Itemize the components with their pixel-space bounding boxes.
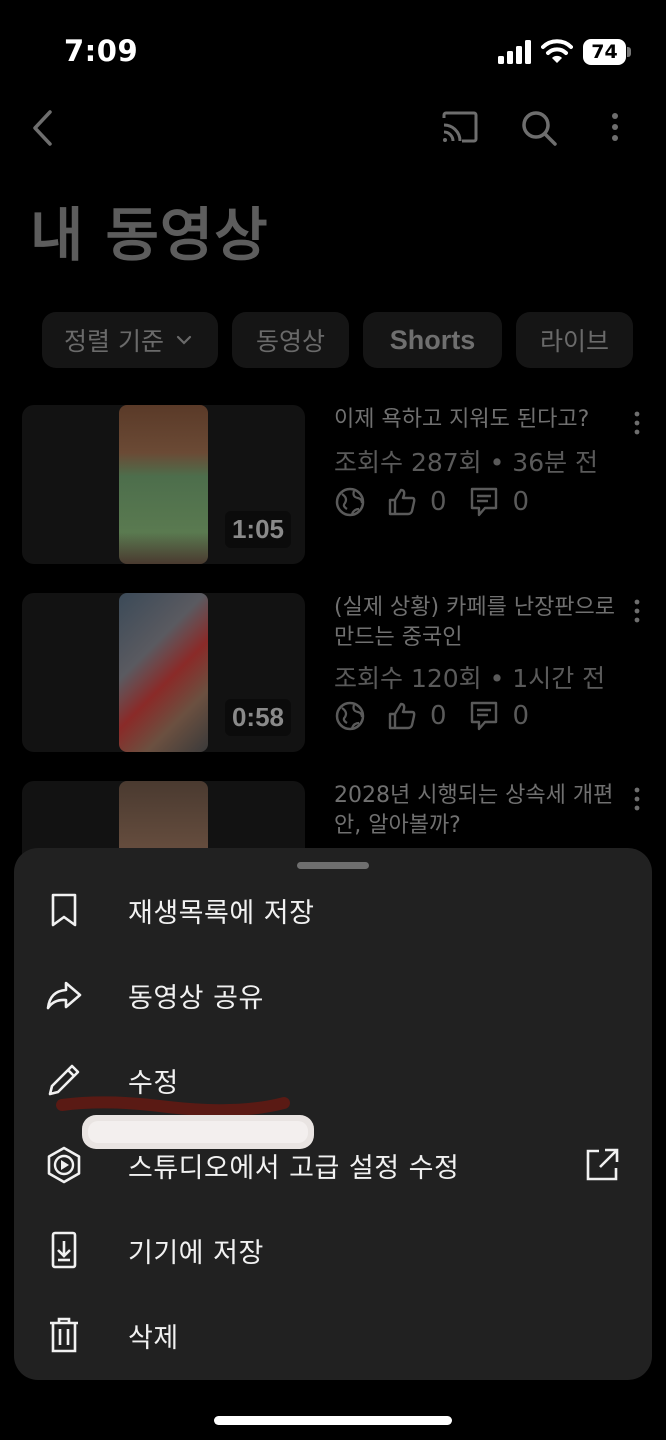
more-vert-icon[interactable] bbox=[608, 112, 622, 144]
video-row[interactable]: 0:58 (실제 상황) 카페를 난장판으로 만드는 중국인 조회수 120회 … bbox=[0, 593, 666, 753]
duration-badge: 1:05 bbox=[224, 511, 291, 548]
drag-handle[interactable] bbox=[297, 862, 369, 869]
menu-item-share[interactable]: 동영상 공유 bbox=[14, 955, 652, 1035]
video-title[interactable]: 2028년 시행되는 상속세 개편안, 알아볼까? bbox=[334, 781, 616, 841]
menu-label: 기기에 저장 bbox=[128, 1237, 264, 1269]
menu-item-delete[interactable]: 삭제 bbox=[14, 1295, 652, 1375]
globe-icon bbox=[335, 487, 365, 517]
back-icon[interactable] bbox=[28, 108, 56, 148]
filter-chips: 정렬 기준 동영상 Shorts 라이브 bbox=[42, 312, 633, 368]
video-stats: 0 0 bbox=[334, 699, 529, 733]
video-more-icon[interactable] bbox=[630, 787, 644, 811]
chevron-down-icon bbox=[176, 335, 192, 345]
trash-icon bbox=[50, 1317, 78, 1353]
thumbs-up-icon bbox=[388, 702, 416, 730]
menu-label: 재생목록에 저장 bbox=[128, 897, 315, 929]
video-thumbnail[interactable]: 0:58 bbox=[22, 593, 305, 752]
video-stats: 0 0 bbox=[334, 485, 529, 519]
comment-icon bbox=[470, 487, 497, 517]
cellular-signal-icon bbox=[498, 40, 531, 64]
wifi-icon bbox=[541, 39, 573, 63]
battery-level: 74 bbox=[583, 39, 626, 65]
page-title: 내 동영상 bbox=[30, 201, 269, 269]
video-thumbnail[interactable]: 1:05 bbox=[22, 405, 305, 564]
globe-icon bbox=[335, 701, 365, 731]
chip-live[interactable]: 라이브 bbox=[516, 312, 633, 368]
video-title[interactable]: (실제 상황) 카페를 난장판으로 만드는 중국인 bbox=[334, 593, 616, 653]
download-device-icon bbox=[51, 1231, 77, 1269]
video-more-icon[interactable] bbox=[630, 599, 644, 623]
sort-label: 정렬 기준 bbox=[64, 327, 164, 356]
menu-item-save-to-playlist[interactable]: 재생목록에 저장 bbox=[14, 870, 652, 950]
duration-badge: 0:58 bbox=[224, 699, 291, 736]
menu-label: 삭제 bbox=[128, 1322, 179, 1354]
thumbnail-image bbox=[119, 593, 208, 752]
bookmark-icon bbox=[51, 893, 77, 927]
video-title[interactable]: 이제 욕하고 지워도 된다고? bbox=[334, 405, 616, 435]
chip-shorts[interactable]: Shorts bbox=[363, 312, 502, 368]
like-count: 0 bbox=[430, 701, 447, 731]
video-more-icon[interactable] bbox=[630, 411, 644, 435]
cast-icon[interactable] bbox=[440, 110, 480, 144]
menu-label: 동영상 공유 bbox=[128, 982, 264, 1014]
thumbs-up-icon bbox=[388, 488, 416, 516]
redaction-mark bbox=[56, 1096, 314, 1149]
comment-icon bbox=[470, 701, 497, 731]
thumbnail-image bbox=[119, 405, 208, 564]
like-count: 0 bbox=[430, 487, 447, 517]
chip-videos[interactable]: 동영상 bbox=[232, 312, 349, 368]
menu-item-save-to-device[interactable]: 기기에 저장 bbox=[14, 1210, 652, 1290]
open-external-icon[interactable] bbox=[582, 1145, 622, 1185]
video-meta: 조회수 287회 • 36분 전 bbox=[334, 448, 599, 477]
status-time: 7:09 bbox=[64, 34, 139, 68]
search-icon[interactable] bbox=[520, 108, 558, 148]
battery-icon: 74 bbox=[583, 39, 631, 65]
comment-count: 0 bbox=[512, 487, 530, 517]
sort-chip[interactable]: 정렬 기준 bbox=[42, 312, 218, 368]
comment-count: 0 bbox=[512, 701, 530, 731]
video-meta: 조회수 120회 • 1시간 전 bbox=[334, 664, 606, 693]
share-icon bbox=[46, 981, 82, 1010]
video-row[interactable]: 1:05 이제 욕하고 지워도 된다고? 조회수 287회 • 36분 전 0 … bbox=[0, 405, 666, 565]
status-bar: 7:09 74 bbox=[0, 0, 666, 100]
home-indicator[interactable] bbox=[214, 1416, 452, 1425]
